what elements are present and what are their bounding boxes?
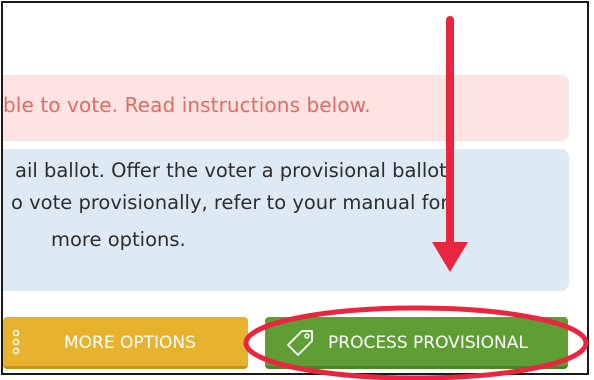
- info-panel: ail ballot. Offer the voter a provisiona…: [3, 149, 569, 291]
- info-line-1: ail ballot. Offer the voter a provisiona…: [15, 159, 454, 182]
- info-line-3: more options.: [51, 228, 186, 251]
- info-line-2: o vote provisionally, refer to your manu…: [11, 191, 449, 214]
- more-options-button[interactable]: MORE OPTIONS: [3, 317, 248, 369]
- tag-icon: [285, 329, 315, 362]
- error-alert: ble to vote. Read instructions below.: [3, 75, 569, 141]
- alert-text: ble to vote. Read instructions below.: [3, 93, 371, 117]
- options-icon: [9, 329, 23, 360]
- screenshot-frame: ble to vote. Read instructions below. ai…: [1, 1, 589, 375]
- process-provisional-label: PROCESS PROVISIONAL: [328, 333, 528, 353]
- more-options-label: MORE OPTIONS: [64, 333, 196, 353]
- process-provisional-button[interactable]: PROCESS PROVISIONAL: [265, 317, 568, 369]
